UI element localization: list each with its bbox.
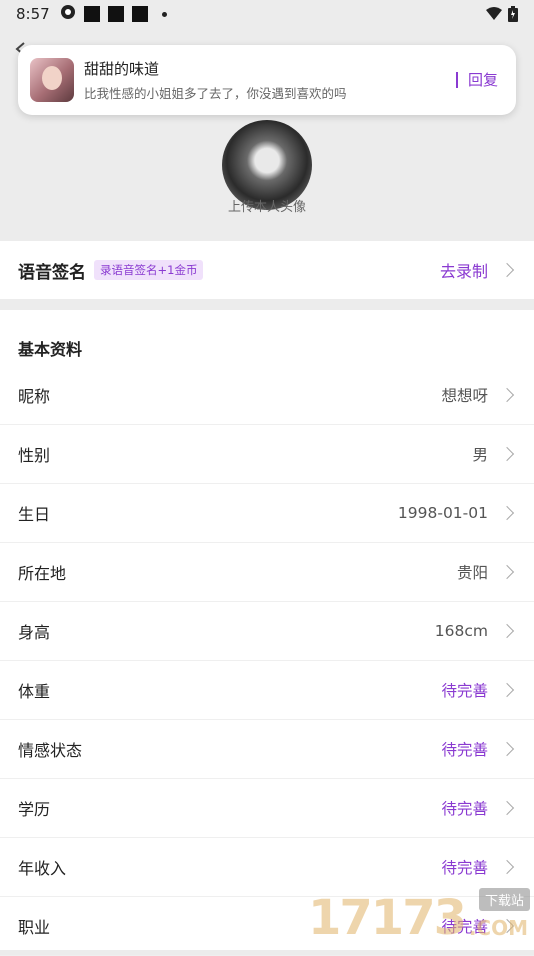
watermark-logo: 17173 下载站 .COM	[308, 888, 530, 946]
row-label: 年收入	[18, 859, 67, 878]
profile-row[interactable]: 昵称 想想呀	[0, 366, 534, 425]
row-label: 昵称	[18, 387, 51, 406]
wifi-icon	[486, 7, 502, 20]
basic-info-title: 基本资料	[18, 340, 83, 359]
chevron-right-icon	[499, 262, 515, 278]
chevron-right-icon	[499, 800, 515, 816]
row-label: 性别	[18, 446, 51, 465]
row-value: 待完善	[441, 741, 488, 759]
record-action[interactable]: 去录制	[440, 258, 488, 282]
profile-row[interactable]: 性别 男	[0, 425, 534, 484]
row-label: 学历	[18, 800, 51, 819]
profile-row[interactable]: 体重 待完善	[0, 661, 534, 720]
status-bar: 8:57	[0, 0, 534, 28]
battery-icon	[508, 6, 518, 22]
voice-signature-badge: 录语音签名+1金币	[94, 260, 204, 280]
reply-button[interactable]: 回复	[455, 72, 498, 88]
profile-row[interactable]: 情感状态 待完善	[0, 720, 534, 779]
sender-name: 甜甜的味道	[84, 60, 160, 78]
profile-row[interactable]: 学历 待完善	[0, 779, 534, 838]
row-label: 职业	[18, 918, 51, 937]
row-label: 情感状态	[18, 741, 83, 760]
row-value: 1998-01-01	[397, 504, 488, 522]
voice-signature-row[interactable]: 语音签名 录语音签名+1金币 去录制	[0, 241, 534, 299]
sender-avatar	[30, 58, 74, 102]
notification-icon	[107, 6, 124, 22]
chevron-right-icon	[499, 623, 515, 639]
basic-info-section: 基本资料 昵称 想想呀 性别男生日 1998-01-01 所在地 贵阳 身高 168cm 体重待…	[0, 310, 534, 956]
watermark-suffix: .COM	[468, 916, 528, 940]
row-value: 贵阳	[456, 564, 488, 582]
watermark-tag: 下载站	[478, 888, 530, 911]
row-label: 生日	[18, 505, 51, 524]
profile-row[interactable]: 生日 1998-01-01	[0, 484, 534, 543]
notification-icon	[131, 6, 148, 22]
chevron-right-icon	[499, 564, 515, 580]
row-label: 所在地	[18, 564, 67, 583]
row-label: 体重	[18, 682, 51, 701]
row-value: 待完善	[441, 682, 488, 700]
watermark-number: 17173	[308, 890, 467, 946]
notification-icon	[83, 6, 100, 22]
more-notifications-icon	[161, 11, 167, 17]
chevron-right-icon	[499, 741, 515, 757]
row-value: 168cm	[434, 622, 488, 640]
row-value: 想想呀	[441, 387, 488, 405]
row-value: 待完善	[441, 859, 488, 877]
chevron-right-icon	[499, 682, 515, 698]
voice-signature-title: 语音签名	[18, 262, 86, 283]
message-notification[interactable]: 甜甜的味道 比我性感的小姐姐多了去了，你没遇到喜欢的吗 回复	[18, 45, 516, 115]
chevron-right-icon	[499, 505, 515, 521]
row-value: 待完善	[441, 800, 488, 818]
chevron-right-icon	[499, 387, 515, 403]
profile-row[interactable]: 身高 168cm	[0, 602, 534, 661]
app-notification-icon	[60, 4, 76, 24]
chevron-right-icon	[499, 859, 515, 875]
status-right	[486, 6, 518, 22]
chevron-right-icon	[499, 446, 515, 462]
avatar-caption: 上传本人头像	[227, 200, 306, 215]
notification-message: 比我性感的小姐姐多了去了，你没遇到喜欢的吗	[84, 86, 347, 101]
row-value: 男	[472, 446, 488, 464]
row-label: 身高	[18, 623, 51, 642]
status-time: 8:57	[16, 5, 50, 23]
profile-row[interactable]: 所在地 贵阳	[0, 543, 534, 602]
